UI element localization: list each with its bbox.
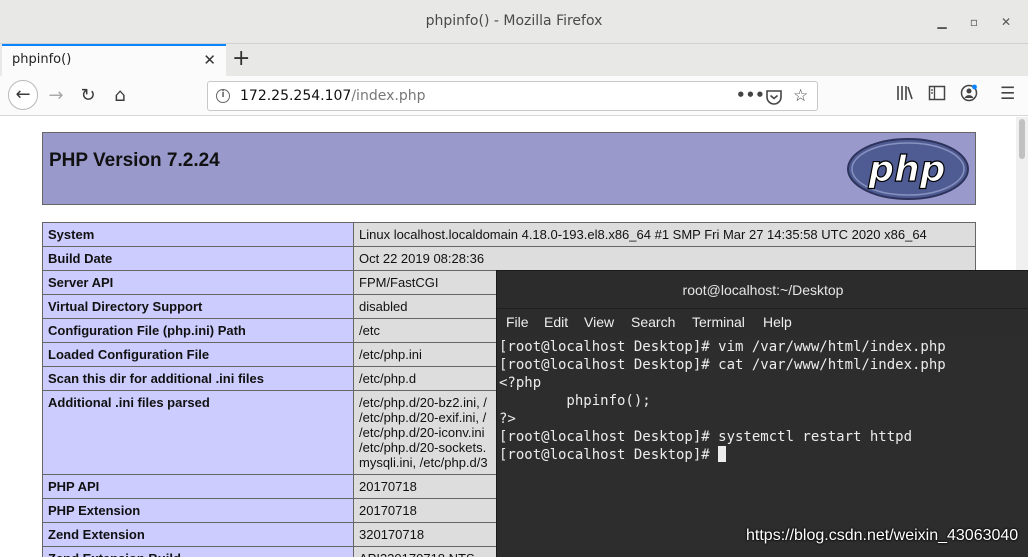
row-key: Configuration File (php.ini) Path (42, 318, 354, 343)
terminal-line: [root@localhost Desktop]# cat /var/www/h… (499, 357, 946, 373)
navigation-toolbar: ← → ↻ ⌂ i 172.25.254.107/index.php ••• ☆… (0, 76, 1028, 116)
terminal-menubar: File Edit View Search Terminal Help (497, 309, 1028, 337)
bookmark-star-icon[interactable]: ☆ (793, 86, 808, 106)
account-icon[interactable] (960, 84, 978, 106)
url-host: 172.25.254.107 (240, 88, 352, 104)
row-key: Loaded Configuration File (42, 342, 354, 367)
row-key: Virtual Directory Support (42, 294, 354, 319)
page-actions-icon[interactable]: ••• (736, 86, 765, 104)
back-icon[interactable]: ← (8, 80, 38, 110)
window-title: phpinfo() - Mozilla Firefox (425, 13, 603, 29)
sidebar-icon[interactable] (928, 84, 946, 106)
menu-terminal[interactable]: Terminal (692, 314, 745, 330)
forward-icon[interactable]: → (42, 82, 70, 110)
page-title: PHP Version 7.2.24 (49, 150, 220, 171)
terminal-titlebar[interactable]: root@localhost:~/Desktop (497, 271, 1028, 309)
url-bar[interactable]: i 172.25.254.107/index.php ••• ☆ (207, 81, 818, 111)
terminal-prompt-line[interactable]: [root@localhost Desktop]# (499, 446, 946, 464)
php-logo: php (846, 137, 970, 205)
tab-phpinfo[interactable]: phpinfo() ✕ (2, 44, 226, 76)
close-tab-icon[interactable]: ✕ (203, 51, 216, 69)
menu-view[interactable]: View (584, 314, 614, 330)
terminal-line: ?> (499, 411, 516, 427)
terminal-line: [root@localhost Desktop]# vim /var/www/h… (499, 339, 946, 355)
row-key: Server API (42, 270, 354, 295)
row-key: Additional .ini files parsed (42, 390, 354, 475)
tab-title: phpinfo() (12, 52, 72, 67)
home-icon[interactable]: ⌂ (106, 82, 134, 110)
terminal-prompt: [root@localhost Desktop]# (499, 447, 719, 463)
pocket-icon[interactable] (765, 86, 783, 110)
info-icon[interactable]: i (216, 89, 230, 103)
terminal-line: phpinfo(); (499, 393, 651, 409)
minimize-icon[interactable]: ▁ (932, 12, 952, 32)
library-icon[interactable] (896, 84, 914, 106)
row-key: PHP Extension (42, 498, 354, 523)
php-version-banner: PHP Version 7.2.24 php (42, 132, 976, 205)
terminal-title: root@localhost:~/Desktop (682, 282, 844, 298)
tab-bar: phpinfo() ✕ + (0, 44, 1028, 76)
row-key: Scan this dir for additional .ini files (42, 366, 354, 391)
table-row: Build Date Oct 22 2019 08:28:36 (42, 246, 976, 271)
menu-icon[interactable]: ☰ (1000, 84, 1015, 104)
menu-file[interactable]: File (506, 314, 529, 330)
row-key: PHP API (42, 474, 354, 499)
menu-edit[interactable]: Edit (544, 314, 568, 330)
watermark: https://blog.csdn.net/weixin_43063040 (746, 527, 1019, 544)
terminal-line: <?php (499, 375, 542, 391)
row-value: Linux localhost.localdomain 4.18.0-193.e… (353, 222, 976, 247)
row-key: Zend Extension Build (42, 546, 354, 557)
terminal-output[interactable]: [root@localhost Desktop]# vim /var/www/h… (497, 337, 1028, 557)
row-key: Build Date (42, 246, 354, 271)
row-key: Zend Extension (42, 522, 354, 547)
table-row: System Linux localhost.localdomain 4.18.0… (42, 222, 976, 247)
window-titlebar: phpinfo() - Mozilla Firefox ▁ ▫ ✕ (0, 0, 1028, 44)
new-tab-button[interactable]: + (232, 47, 250, 71)
url-path: /index.php (351, 88, 426, 104)
reload-icon[interactable]: ↻ (74, 82, 102, 110)
svg-text:php: php (867, 149, 945, 190)
menu-search[interactable]: Search (631, 314, 675, 330)
terminal-line: [root@localhost Desktop]# systemctl rest… (499, 429, 913, 445)
terminal-window[interactable]: root@localhost:~/Desktop File Edit View … (496, 270, 1028, 557)
maximize-icon[interactable]: ▫ (964, 12, 984, 32)
scrollbar-thumb[interactable] (1019, 119, 1025, 159)
row-value: Oct 22 2019 08:28:36 (353, 246, 976, 271)
row-key: System (42, 222, 354, 247)
close-window-icon[interactable]: ✕ (996, 12, 1016, 32)
terminal-cursor (718, 446, 727, 462)
menu-help[interactable]: Help (763, 314, 792, 330)
